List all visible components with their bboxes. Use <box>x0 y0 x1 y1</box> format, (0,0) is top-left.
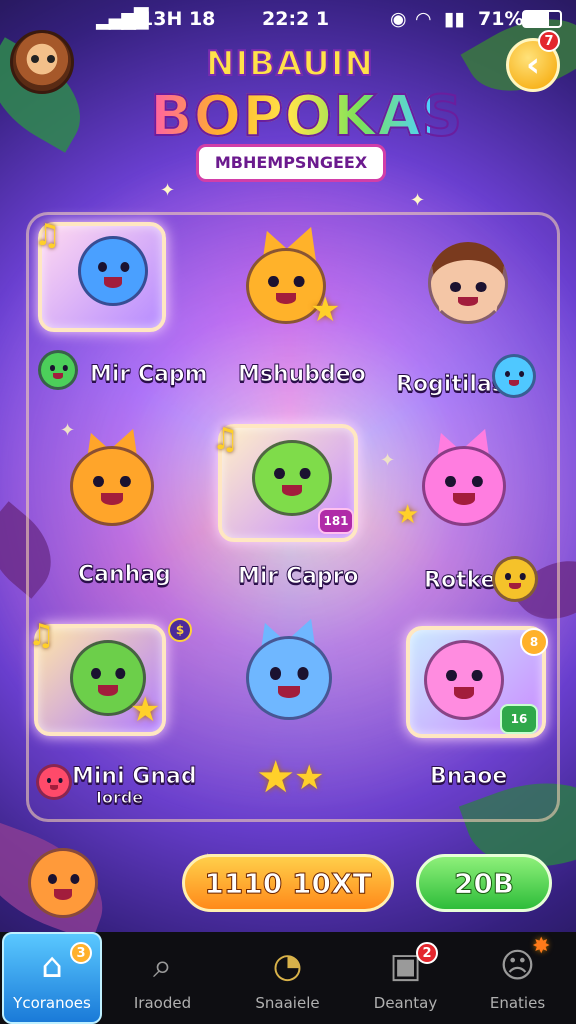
coin-badge: 8 <box>520 628 548 656</box>
mascot-blob-icon <box>28 848 98 918</box>
character-label[interactable]: Mini Gnad <box>72 764 198 790</box>
character-avatar-4[interactable] <box>70 446 154 526</box>
game-title-line1: NIBAUIN <box>205 43 374 85</box>
coin-icon: $ <box>168 618 192 642</box>
character-avatar-5[interactable] <box>252 440 332 516</box>
music-note-icon: ♫ <box>34 218 61 253</box>
star-icon: ★ <box>256 752 296 803</box>
star-icon: ★ <box>294 758 325 798</box>
battery-icon <box>522 10 562 28</box>
nav-badge: 3 <box>70 942 92 964</box>
star-icon: ★ <box>396 500 420 530</box>
nav-label: Deantay <box>373 994 438 1012</box>
character-label[interactable]: Mir Capm <box>90 362 209 388</box>
character-avatar-9[interactable] <box>424 640 504 720</box>
location-icon: ◉ <box>390 8 407 30</box>
green-blob-icon <box>38 350 78 390</box>
nav-item-profile[interactable]: ☹ Enaties <box>460 932 575 1024</box>
character-avatar-1[interactable] <box>78 236 148 306</box>
character-label[interactable]: Canhag <box>78 562 172 588</box>
game-subtitle: MBHEMPSNGEEX <box>196 144 386 182</box>
nav-label: Snaaiele <box>255 994 320 1012</box>
battery-percent: 71% <box>478 8 524 30</box>
game-title-line2: BOPOKAS <box>149 83 464 150</box>
star-icon: ★ <box>130 690 161 730</box>
character-label[interactable]: Bnaoe <box>429 764 507 790</box>
star-badge-icon: ✸ <box>532 934 551 959</box>
back-badge: 7 <box>538 30 560 52</box>
character-label[interactable]: Mshubdeo <box>238 362 367 388</box>
character-avatar-8[interactable] <box>246 636 332 720</box>
character-label[interactable]: Rotke <box>424 568 497 594</box>
nav-label: Enaties <box>489 994 546 1012</box>
bottom-nav: ⌂ Ycoranoes 3 ⌕ Iraoded ◔ Snaaiele ▣ Dea… <box>0 932 576 1024</box>
primary-action-button[interactable]: 1110 10XT <box>182 854 394 912</box>
sparkle-icon: ✦ <box>410 190 426 211</box>
home-icon: ⌂ <box>41 946 63 986</box>
character-tag: 181 <box>318 508 354 534</box>
emoji-badge-icon <box>492 556 538 602</box>
character-tag: 16 <box>500 704 538 734</box>
nav-item-search[interactable]: ⌕ Iraoded <box>105 932 220 1024</box>
character-avatar-3[interactable] <box>428 242 508 324</box>
nav-label: Ycoranoes <box>13 994 91 1012</box>
nav-badge: 2 <box>416 942 438 964</box>
cell-icon: ▮▮ <box>444 8 465 30</box>
status-left-text: 13H 18 <box>140 8 216 30</box>
character-sublabel: Iorde <box>95 788 144 808</box>
nav-item-brush[interactable]: ◔ Snaaiele <box>230 932 345 1024</box>
status-bar: ▂▄▆█ 13H 18 22:2 1 ◉ ◠ ▮▮ 71% <box>0 0 576 40</box>
signal-icon: ▂▄▆█ <box>96 8 148 30</box>
character-avatar-6[interactable] <box>422 446 506 526</box>
moon-icon <box>36 764 72 800</box>
sparkle-icon: ✦ <box>160 180 176 201</box>
secondary-action-button[interactable]: 20B <box>416 854 552 912</box>
chat-bubble-icon <box>492 354 536 398</box>
wifi-icon: ◠ <box>416 8 431 30</box>
chevron-left-icon: ‹ <box>525 45 540 85</box>
music-note-icon: ♫ <box>212 422 239 457</box>
brush-icon: ◔ <box>272 946 303 986</box>
nav-item-frame[interactable]: ▣ Deantay <box>348 932 463 1024</box>
character-label[interactable]: Mir Capro <box>238 564 360 590</box>
search-icon: ⌕ <box>152 946 173 986</box>
nav-label: Iraoded <box>133 994 192 1012</box>
profile-avatar[interactable] <box>10 30 74 94</box>
music-note-icon: ♫ <box>28 618 55 653</box>
star-icon: ★ <box>310 290 341 330</box>
clock: 22:2 1 <box>262 8 330 30</box>
character-label[interactable]: Rogitilas <box>396 372 506 398</box>
